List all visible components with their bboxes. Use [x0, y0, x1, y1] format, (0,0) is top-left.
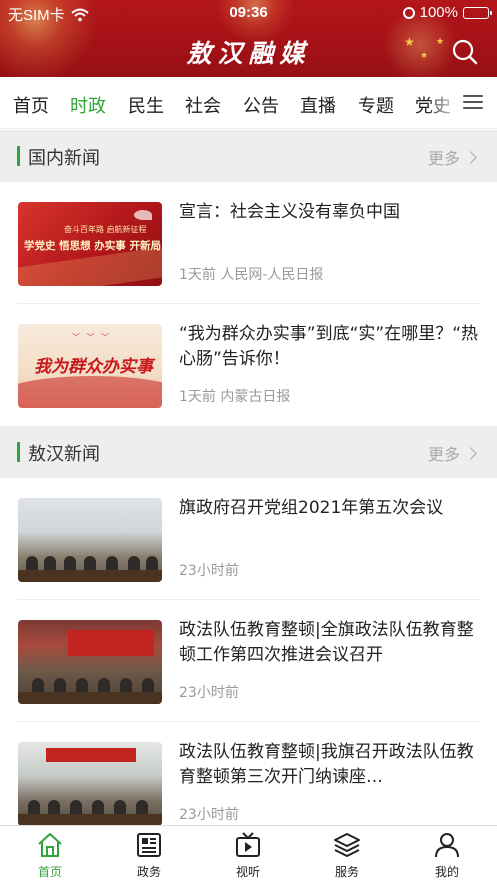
video-icon: [236, 832, 260, 857]
document-icon: [137, 833, 161, 857]
tabbar-services[interactable]: 服务: [307, 826, 387, 883]
news-meta: 23小时前: [179, 807, 239, 823]
section-header-aohan: 敖汉新闻 更多: [0, 426, 497, 478]
section-title: 敖汉新闻: [28, 444, 100, 465]
tab-notices[interactable]: 公告: [243, 92, 279, 118]
tab-live[interactable]: 直播: [300, 92, 336, 118]
menu-icon[interactable]: [463, 95, 483, 111]
news-item[interactable]: 奋斗百年路 启航新征程 学党史 悟思想 办实事 开新局 宣言：社会主义没有辜负中…: [0, 182, 497, 304]
tabbar-profile[interactable]: 我的: [407, 826, 487, 883]
app-title: 敖汉融媒: [186, 39, 311, 68]
news-meta: 1天前 人民网-人民日报: [179, 267, 324, 283]
battery-icon: [463, 6, 492, 19]
tab-home[interactable]: 首页: [13, 92, 49, 118]
news-item[interactable]: 政法队伍教育整顿|全旗政法队伍教育整顿工作第四次推进会议召开 23小时前: [0, 600, 497, 722]
tab-society[interactable]: 社会: [185, 92, 221, 118]
bottom-tab-bar: 首页 政务 视听 服务 我的: [0, 825, 497, 883]
more-link[interactable]: 更多: [427, 145, 477, 169]
news-thumbnail: [18, 742, 162, 826]
news-meta: 23小时前: [179, 685, 239, 701]
nav-fade: [427, 77, 467, 128]
news-title: 宣言：社会主义没有辜负中国: [179, 202, 400, 222]
news-meta: 1天前 内蒙古日报: [179, 389, 291, 405]
news-thumbnail: [18, 620, 162, 704]
layers-icon: [334, 833, 360, 857]
section-accent-bar: [17, 146, 20, 166]
tab-livelihood[interactable]: 民生: [128, 92, 164, 118]
tab-label: 首页: [37, 865, 62, 879]
tab-label: 服务: [334, 865, 359, 879]
thumbnail-caption: 奋斗百年路 启航新征程: [64, 225, 147, 234]
tab-label: 视听: [235, 865, 260, 879]
more-label: 更多: [427, 445, 460, 464]
user-icon: [435, 833, 459, 858]
news-item[interactable]: ﹀ ﹀ ﹀ 我为群众办实事 “我为群众办实事”到底“实”在哪里？“热心肠”告诉你…: [0, 304, 497, 426]
battery-percent: 100%: [419, 4, 458, 21]
tab-label: 我的: [434, 865, 459, 879]
app-header: ★ ★ ★ 无SIM卡 09:36 100% 敖汉融媒: [0, 0, 497, 77]
news-title: 政法队伍教育整顿|我旗召开政法队伍教育整顿第三次开门纳谏座…: [179, 742, 474, 787]
chevron-right-icon: [464, 150, 477, 164]
section-title: 国内新闻: [28, 148, 100, 169]
tabbar-government[interactable]: 政务: [109, 826, 189, 883]
section-header-domestic: 国内新闻 更多: [0, 130, 497, 182]
dove-icon: [134, 210, 152, 220]
news-title: 旗政府召开党组2021年第五次会议: [179, 498, 444, 518]
news-thumbnail: 奋斗百年路 启航新征程 学党史 悟思想 办实事 开新局: [18, 202, 162, 286]
thumbnail-caption: 学党史 悟思想 办实事 开新局: [24, 240, 161, 252]
news-title: “我为群众办实事”到底“实”在哪里？“热心肠”告诉你！: [179, 324, 479, 369]
more-link[interactable]: 更多: [427, 441, 477, 465]
chevron-right-icon: [464, 446, 477, 460]
rotation-lock-icon: [402, 6, 415, 19]
section-accent-bar: [17, 442, 20, 462]
news-thumbnail: ﹀ ﹀ ﹀ 我为群众办实事: [18, 324, 162, 408]
news-item[interactable]: 旗政府召开党组2021年第五次会议 23小时前: [0, 478, 497, 600]
category-nav: 首页 时政 民生 社会 公告 直播 专题 党史: [0, 77, 497, 129]
tab-label: 政务: [136, 865, 161, 879]
news-meta: 23小时前: [179, 563, 239, 579]
more-label: 更多: [427, 149, 460, 168]
tabbar-av[interactable]: 视听: [208, 826, 288, 883]
tabbar-home[interactable]: 首页: [10, 826, 90, 883]
tab-topics[interactable]: 专题: [358, 92, 394, 118]
home-icon: [38, 833, 62, 857]
tab-politics[interactable]: 时政: [70, 92, 106, 118]
thumbnail-caption: 我为群众办实事: [34, 357, 153, 377]
search-icon[interactable]: [451, 38, 479, 66]
status-bar: 无SIM卡 09:36 100%: [0, 0, 497, 26]
birds-icon: ﹀ ﹀ ﹀: [72, 333, 112, 342]
news-title: 政法队伍教育整顿|全旗政法队伍教育整顿工作第四次推进会议召开: [179, 620, 474, 665]
news-thumbnail: [18, 498, 162, 582]
